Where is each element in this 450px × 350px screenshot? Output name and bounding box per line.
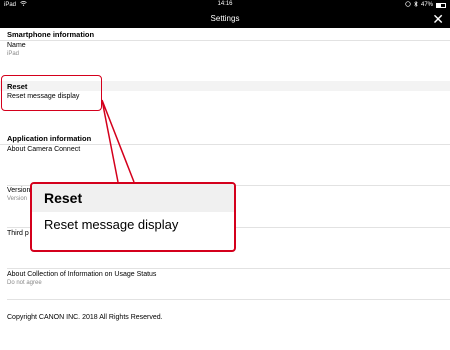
name-label: Name [7, 42, 26, 49]
divider [7, 268, 450, 269]
orientation-lock-icon [405, 1, 411, 9]
page-title: Settings [210, 14, 240, 23]
status-bar: iPad 14:16 47% [0, 0, 450, 10]
divider [0, 40, 450, 41]
list-item-name: Name iPad [0, 42, 450, 57]
divider [7, 299, 450, 300]
callout-header: Reset [32, 184, 234, 212]
usage-status-row[interactable]: About Collection of Information on Usage… [0, 271, 450, 286]
divider [0, 144, 450, 145]
copyright-row: Copyright CANON INC. 2018 All Rights Res… [0, 314, 450, 321]
callout-item: Reset message display [44, 217, 179, 232]
battery-icon [436, 2, 446, 8]
name-value: iPad [7, 51, 20, 57]
bluetooth-icon [414, 0, 418, 9]
usage-status-label: About Collection of Information on Usage… [7, 271, 157, 278]
usage-status-value: Do not agree [7, 280, 42, 286]
nav-bar: Settings ✕ [0, 10, 450, 28]
about-camera-connect-label: About Camera Connect [7, 146, 81, 153]
callout-highlight-box [1, 75, 102, 111]
callout-zoom-box: Reset Reset message display [30, 182, 236, 252]
status-time: 14:16 [217, 1, 233, 7]
about-camera-connect-row[interactable]: About Camera Connect [0, 146, 450, 153]
battery-percent: 47% [420, 2, 433, 8]
copyright-text: Copyright CANON INC. 2018 All Rights Res… [7, 314, 163, 321]
close-icon[interactable]: ✕ [432, 10, 444, 28]
